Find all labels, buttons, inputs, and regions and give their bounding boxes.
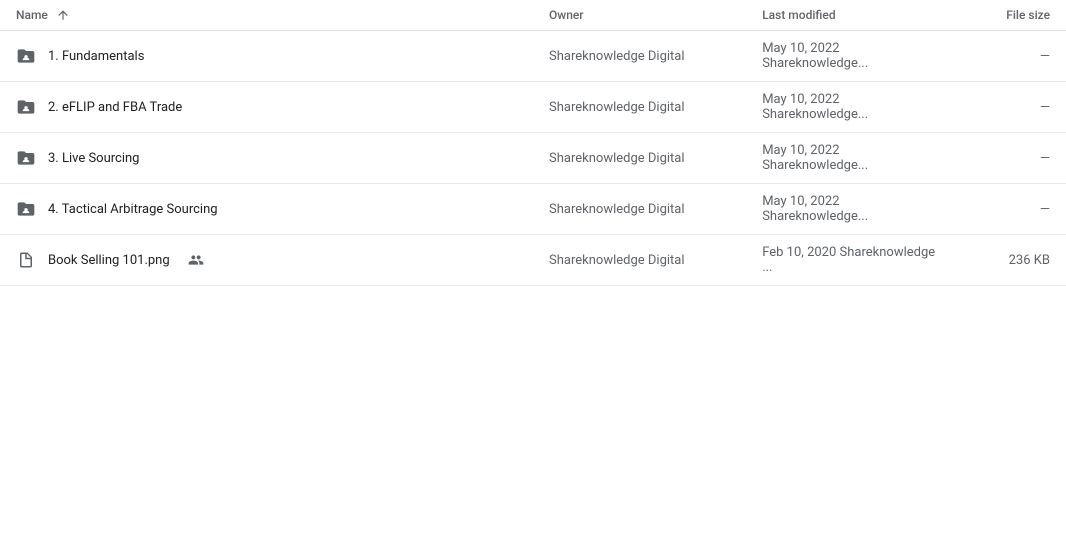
table-row[interactable]: 1. Fundamentals Shareknowledge DigitalMa… bbox=[0, 31, 1066, 82]
file-name-cell: 1. Fundamentals bbox=[0, 31, 533, 82]
file-size-cell: — bbox=[959, 184, 1066, 235]
folder-icon bbox=[16, 97, 36, 117]
file-modified-cell: May 10, 2022 Shareknowledge... bbox=[746, 31, 959, 82]
file-size-cell: — bbox=[959, 133, 1066, 184]
file-size-cell: — bbox=[959, 31, 1066, 82]
file-modified-cell: May 10, 2022 Shareknowledge... bbox=[746, 82, 959, 133]
file-owner-cell: Shareknowledge Digital bbox=[533, 184, 746, 235]
column-header-size: File size bbox=[959, 0, 1066, 31]
file-name-label: Book Selling 101.png bbox=[48, 253, 170, 268]
column-header-owner: Owner bbox=[533, 0, 746, 31]
table-row[interactable]: Book Selling 101.png Shareknowledge Digi… bbox=[0, 235, 1066, 286]
file-size-cell: — bbox=[959, 82, 1066, 133]
table-row[interactable]: 4. Tactical Arbitrage Sourcing Shareknow… bbox=[0, 184, 1066, 235]
file-name-label: 3. Live Sourcing bbox=[48, 151, 139, 166]
file-icon bbox=[16, 250, 36, 270]
file-name-label: 4. Tactical Arbitrage Sourcing bbox=[48, 202, 218, 217]
folder-icon bbox=[16, 199, 36, 219]
file-name-cell: Book Selling 101.png bbox=[0, 235, 533, 286]
file-name-label: 2. eFLIP and FBA Trade bbox=[48, 100, 182, 115]
folder-icon bbox=[16, 148, 36, 168]
file-owner-cell: Shareknowledge Digital bbox=[533, 133, 746, 184]
file-name-cell: 2. eFLIP and FBA Trade bbox=[0, 82, 533, 133]
table-header-row: Name Owner Last modified File size bbox=[0, 0, 1066, 31]
file-size-cell: 236 KB bbox=[959, 235, 1066, 286]
file-owner-cell: Shareknowledge Digital bbox=[533, 82, 746, 133]
file-modified-cell: May 10, 2022 Shareknowledge... bbox=[746, 184, 959, 235]
folder-icon bbox=[16, 46, 36, 66]
file-owner-cell: Shareknowledge Digital bbox=[533, 31, 746, 82]
sort-ascending-icon bbox=[56, 8, 70, 22]
file-list-table: Name Owner Last modified File size bbox=[0, 0, 1066, 286]
table-row[interactable]: 3. Live Sourcing Shareknowledge DigitalM… bbox=[0, 133, 1066, 184]
column-header-name[interactable]: Name bbox=[0, 0, 533, 31]
file-modified-cell: Feb 10, 2020 Shareknowledge ... bbox=[746, 235, 959, 286]
file-name-cell: 3. Live Sourcing bbox=[0, 133, 533, 184]
file-name-cell: 4. Tactical Arbitrage Sourcing bbox=[0, 184, 533, 235]
file-name-label: 1. Fundamentals bbox=[48, 49, 144, 64]
shared-icon bbox=[188, 252, 204, 268]
table-row[interactable]: 2. eFLIP and FBA Trade Shareknowledge Di… bbox=[0, 82, 1066, 133]
column-header-modified: Last modified bbox=[746, 0, 959, 31]
file-owner-cell: Shareknowledge Digital bbox=[533, 235, 746, 286]
file-modified-cell: May 10, 2022 Shareknowledge... bbox=[746, 133, 959, 184]
